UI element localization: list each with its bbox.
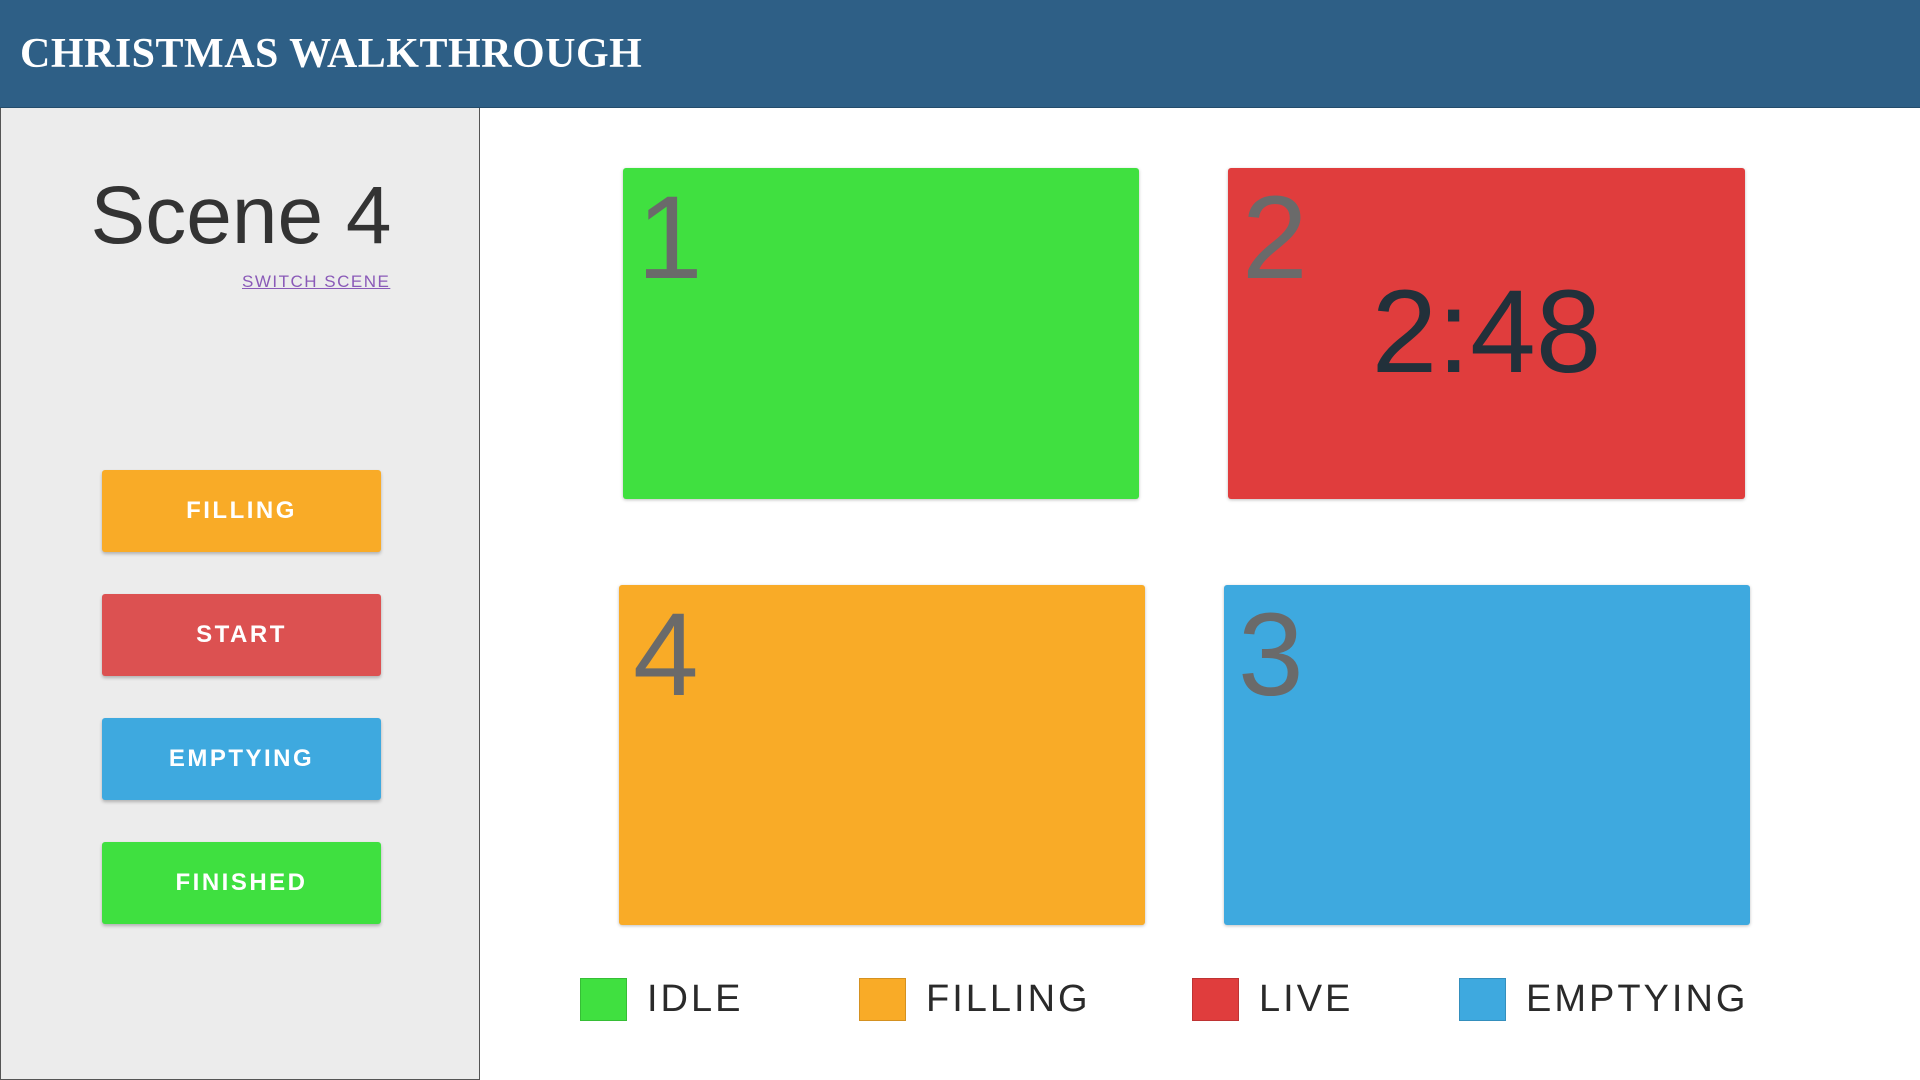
zone-4-tile[interactable]: 4 <box>619 585 1145 925</box>
legend-live: LIVE <box>1192 976 1353 1022</box>
app-header: CHRISTMAS WALKTHROUGH <box>0 0 1920 108</box>
switch-scene-link[interactable]: SWITCH SCENE <box>242 272 390 292</box>
emptying-button[interactable]: EMPTYING <box>102 718 381 800</box>
zone-number: 4 <box>633 589 699 721</box>
start-button[interactable]: START <box>102 594 381 676</box>
legend-label: LIVE <box>1259 977 1354 1020</box>
legend-swatch <box>1459 977 1506 1021</box>
legend-label: IDLE <box>647 977 744 1020</box>
legend-swatch <box>580 977 627 1021</box>
app-title: CHRISTMAS WALKTHROUGH <box>20 31 643 77</box>
zone-1-tile[interactable]: 1 <box>623 168 1139 499</box>
legend-swatch <box>1192 977 1239 1021</box>
legend-emptying: EMPTYING <box>1459 976 1748 1022</box>
legend-label: EMPTYING <box>1526 977 1749 1020</box>
zone-number: 1 <box>637 172 703 304</box>
legend-label: FILLING <box>926 977 1091 1020</box>
finished-button[interactable]: FINISHED <box>102 842 381 924</box>
zone-timer: 2:48 <box>1371 266 1602 398</box>
legend-filling: FILLING <box>859 976 1091 1022</box>
legend-swatch <box>859 977 906 1021</box>
zone-2-tile[interactable]: 2 2:48 <box>1228 168 1745 499</box>
zone-number: 3 <box>1238 589 1304 721</box>
zone-3-tile[interactable]: 3 <box>1224 585 1750 925</box>
filling-button[interactable]: FILLING <box>102 470 381 552</box>
scene-control-panel: Scene 4 SWITCH SCENE FILLING START EMPTY… <box>0 108 480 1080</box>
legend-idle: IDLE <box>580 976 743 1022</box>
scene-title: Scene 4 <box>90 170 392 261</box>
